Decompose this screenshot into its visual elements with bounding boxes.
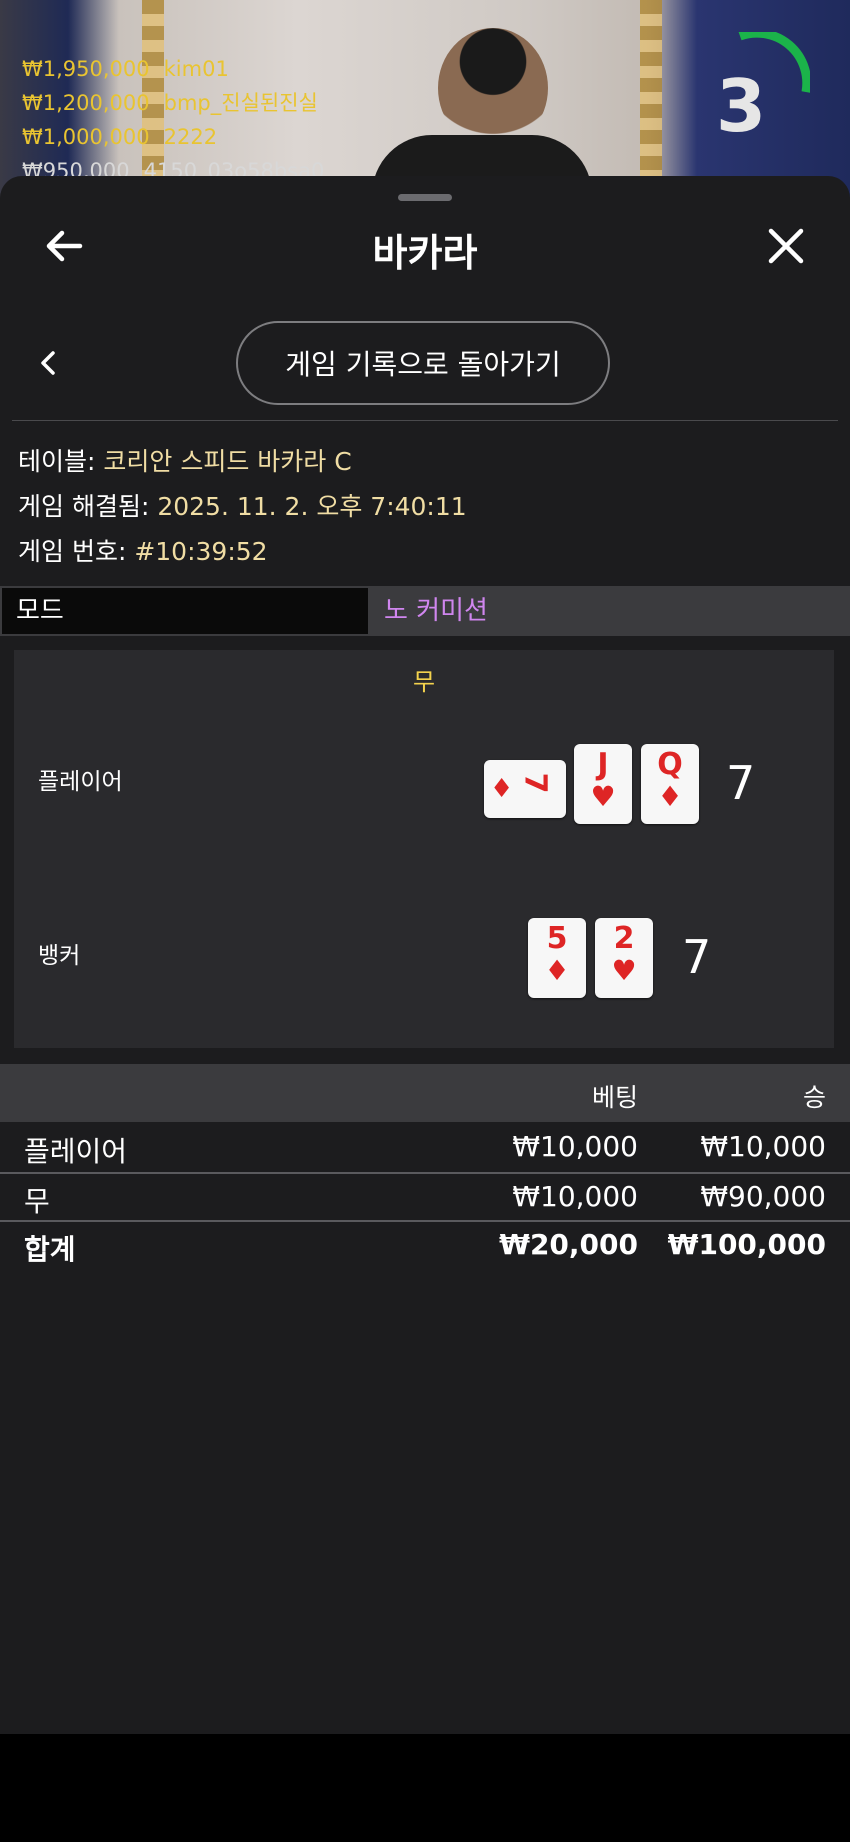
bet-amount: ₩1,200,000: [22, 91, 150, 115]
win-amount-cell: ₩90,000: [700, 1180, 826, 1213]
player-card: Q ♦: [641, 744, 699, 824]
card-suit: ♥: [611, 954, 637, 987]
bet-feed-row: ₩1,000,000 2222: [22, 120, 338, 154]
card-rank: 5: [546, 921, 568, 956]
column-header-win: 승: [802, 1083, 826, 1112]
bet-amount-cell: ₩10,000: [512, 1180, 638, 1213]
game-detail-sheet: 바카라 게임 기록으로 돌아가기 테이블: 코리안 스피드 바카라 C 게임 해…: [0, 176, 850, 1734]
player-score: 7: [726, 756, 756, 810]
bet-amount: ₩1,000,000: [22, 125, 150, 149]
winner-label: 무: [412, 668, 436, 696]
bet-feed-row: ₩1,200,000 bmp_진실된진실: [22, 86, 338, 120]
page-title: 바카라: [372, 231, 478, 275]
chevron-left-icon[interactable]: [36, 348, 60, 378]
banker-label: 뱅커: [38, 943, 81, 969]
banker-score: 7: [682, 930, 712, 984]
dealer-figure: [438, 28, 548, 148]
card-suit: ♦: [657, 780, 683, 813]
info-game-number: 게임 번호: #10:39:52: [18, 532, 268, 568]
mode-label: 모드: [2, 588, 368, 634]
decor-pillar: [640, 0, 662, 200]
info-value: 코리안 스피드 바카라 C: [103, 447, 352, 476]
player-label: 플레이어: [38, 769, 123, 795]
bet-feed-row: ₩1,950,000 kim01: [22, 52, 338, 86]
card-suit: ♦: [490, 774, 514, 804]
bet-amount: ₩1,950,000: [22, 57, 150, 81]
bets-table-header: 베팅 승: [0, 1064, 850, 1122]
bet-type: 플레이어: [24, 1135, 128, 1168]
bettor-name: 2222: [163, 125, 218, 149]
info-value: 2025. 11. 2. 오후 7:40:11: [157, 492, 467, 521]
close-icon[interactable]: [764, 224, 808, 268]
info-value: #10:39:52: [134, 537, 268, 566]
win-amount-cell: ₩10,000: [700, 1130, 826, 1163]
table-row: 플레이어 ₩10,000 ₩10,000: [0, 1124, 850, 1172]
total-bet: ₩20,000: [499, 1228, 638, 1261]
banker-card: 2 ♥: [595, 918, 653, 998]
back-to-history-button[interactable]: 게임 기록으로 돌아가기: [236, 321, 610, 405]
info-label: 게임 해결됨:: [18, 492, 158, 521]
column-header-bet: 베팅: [591, 1083, 638, 1112]
card-suit: ♦: [544, 954, 570, 987]
divider: [12, 420, 838, 421]
card-suit: ♥: [590, 780, 616, 813]
mode-value: 노 커미션: [384, 596, 488, 626]
player-card: J ♥: [574, 744, 632, 824]
card-rank: 7: [517, 772, 553, 794]
info-table: 테이블: 코리안 스피드 바카라 C: [18, 442, 352, 478]
countdown-number: 3: [715, 64, 767, 148]
live-bet-feed: ₩1,950,000 kim01 ₩1,200,000 bmp_진실된진실 ₩1,0…: [22, 52, 338, 188]
info-label: 게임 번호:: [18, 537, 135, 566]
bet-amount-cell: ₩10,000: [512, 1130, 638, 1163]
total-win: ₩100,000: [667, 1228, 826, 1261]
info-resolved: 게임 해결됨: 2025. 11. 2. 오후 7:40:11: [18, 487, 467, 523]
game-result-panel: 무 플레이어 ♦ 7 J ♥ Q ♦ 7 뱅커 5 ♦ 2 ♥ 7: [14, 650, 834, 1048]
player-card-3-sideways: ♦ 7: [484, 760, 566, 818]
bettor-name: bmp_진실된진실: [163, 91, 318, 115]
card-rank: J: [597, 747, 609, 782]
table-total-row: 합계 ₩20,000 ₩100,000: [0, 1222, 850, 1270]
total-label: 합계: [24, 1233, 76, 1266]
banker-card: 5 ♦: [528, 918, 586, 998]
mode-row: 모드 노 커미션: [0, 586, 850, 636]
card-rank: 2: [613, 921, 635, 956]
table-row: 무 ₩10,000 ₩90,000: [0, 1174, 850, 1222]
bet-type: 무: [24, 1185, 50, 1218]
drag-handle[interactable]: [398, 194, 452, 201]
bettor-name: kim01: [163, 57, 229, 81]
card-rank: Q: [657, 747, 683, 782]
info-label: 테이블:: [18, 447, 104, 476]
